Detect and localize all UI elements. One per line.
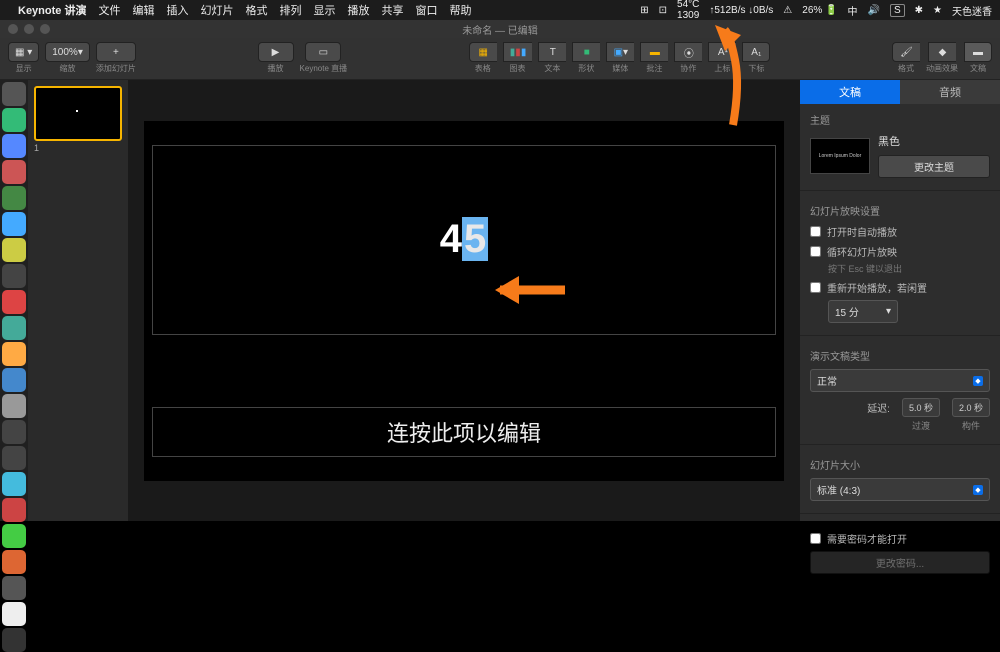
title-textbox[interactable]: 45 <box>152 145 776 335</box>
autoplay-checkbox[interactable] <box>810 226 821 237</box>
shape-button[interactable]: ■形状 <box>572 42 600 74</box>
document-pane-button[interactable]: ▬文稿 <box>964 42 992 74</box>
slide-thumbnail[interactable]: 1 <box>34 86 122 141</box>
slide-canvas[interactable]: 45 连按此项以编辑 <box>128 80 800 521</box>
add-slide-button[interactable]: +添加幻灯片 <box>96 42 136 74</box>
battery-status[interactable]: 26% 🔋 <box>802 5 837 16</box>
type-heading: 演示文稿类型 <box>810 348 990 363</box>
dock-app-icon[interactable] <box>2 576 26 600</box>
dock-app-icon[interactable] <box>2 446 26 470</box>
selected-text[interactable]: 5 <box>462 217 488 261</box>
menu-slide[interactable]: 幻灯片 <box>200 2 233 18</box>
menu-arrange[interactable]: 排列 <box>279 2 301 18</box>
restart-checkbox[interactable] <box>810 282 821 293</box>
doc-tab[interactable]: 文稿 <box>800 80 900 104</box>
app-name[interactable]: Keynote 讲演 <box>18 2 86 18</box>
comment-button[interactable]: ▬批注 <box>640 42 668 74</box>
macos-dock[interactable] <box>0 80 28 521</box>
loop-checkbox[interactable] <box>810 246 821 257</box>
animate-pane-button[interactable]: ◆动画效果 <box>926 42 958 74</box>
status-network: ↑512B/s ↓0B/s <box>709 5 773 16</box>
menu-play[interactable]: 播放 <box>347 2 369 18</box>
dock-app-icon[interactable] <box>2 524 26 548</box>
menu-insert[interactable]: 插入 <box>166 2 188 18</box>
inspector-pane: 文稿 音频 主题 Lorem Ipsum Dolor 黑色 更改主题 幻灯片放映… <box>800 80 1000 521</box>
view-button[interactable]: ▦ ▾显示 <box>8 42 39 74</box>
dock-app-icon[interactable] <box>2 212 26 236</box>
bluetooth-icon[interactable]: ✱ <box>915 5 923 16</box>
presentation-type-select[interactable]: 正常◆ <box>810 369 990 392</box>
dock-app-icon[interactable] <box>2 134 26 158</box>
menu-help[interactable]: 帮助 <box>449 2 471 18</box>
dock-app-icon[interactable] <box>2 498 26 522</box>
star-icon[interactable]: ★ <box>933 5 942 16</box>
dock-app-icon[interactable] <box>2 342 26 366</box>
dock-app-icon[interactable] <box>2 186 26 210</box>
change-theme-button[interactable]: 更改主题 <box>878 155 990 178</box>
transition-delay[interactable]: 5.0 秒 <box>902 398 940 417</box>
build-delay[interactable]: 2.0 秒 <box>952 398 990 417</box>
dock-app-icon[interactable] <box>2 602 26 626</box>
change-password-button: 更改密码... <box>810 551 990 574</box>
slide-size-select[interactable]: 标准 (4:3)◆ <box>810 478 990 501</box>
media-button[interactable]: ▣ ▾媒体 <box>606 42 634 74</box>
window-titlebar: 未命名 — 已编辑 <box>0 20 1000 38</box>
slide[interactable]: 45 连按此项以编辑 <box>144 121 784 481</box>
idle-time-select[interactable]: 15 分▾ <box>828 300 898 323</box>
menu-format[interactable]: 格式 <box>245 2 267 18</box>
dock-app-icon[interactable] <box>2 160 26 184</box>
dock-app-icon[interactable] <box>2 472 26 496</box>
superscript-button[interactable]: A¹上标 <box>708 42 736 74</box>
size-heading: 幻灯片大小 <box>810 457 990 472</box>
menu-file[interactable]: 文件 <box>98 2 120 18</box>
loop-hint: 按下 Esc 键以退出 <box>828 262 990 275</box>
dock-app-icon[interactable] <box>2 316 26 340</box>
collab-button[interactable]: ⦿协作 <box>674 42 702 74</box>
keynote-live-button[interactable]: ▭Keynote 直播 <box>300 42 348 74</box>
slideshow-heading: 幻灯片放映设置 <box>810 203 990 218</box>
status-menulet2[interactable]: ⊡ <box>659 5 667 16</box>
body-textbox[interactable]: 连按此项以编辑 <box>152 407 776 457</box>
chart-button[interactable]: ▮▮▮图表 <box>503 42 533 74</box>
status-menulet1[interactable]: ⊞ <box>640 5 648 16</box>
dock-app-icon[interactable] <box>2 420 26 444</box>
traffic-lights[interactable] <box>8 24 50 34</box>
dock-app-icon[interactable] <box>2 550 26 574</box>
status-s[interactable]: S <box>890 4 905 17</box>
dock-app-icon[interactable] <box>2 108 26 132</box>
play-button[interactable]: ▶播放 <box>258 42 294 74</box>
body-placeholder[interactable]: 连按此项以编辑 <box>387 416 541 448</box>
password-checkbox[interactable] <box>810 533 821 544</box>
subscript-button[interactable]: A₁下标 <box>742 42 770 74</box>
menu-view[interactable]: 显示 <box>313 2 335 18</box>
sound-icon[interactable]: 🔊 <box>868 5 880 16</box>
wifi-icon[interactable]: ⚠ <box>783 5 792 16</box>
dock-app-icon[interactable] <box>2 82 26 106</box>
dock-app-icon[interactable] <box>2 238 26 262</box>
input-lang[interactable]: 中 <box>848 3 858 18</box>
clock[interactable]: 天色迷香 <box>952 3 992 18</box>
toolbar: ▦ ▾显示 100% ▾缩放 +添加幻灯片 ▶播放 ▭Keynote 直播 ▦表… <box>0 38 1000 80</box>
window-title: 未命名 — 已编辑 <box>462 22 538 37</box>
theme-name: 黑色 <box>878 133 990 149</box>
theme-heading: 主题 <box>810 112 990 127</box>
menu-edit[interactable]: 编辑 <box>132 2 154 18</box>
menu-share[interactable]: 共享 <box>381 2 403 18</box>
table-button[interactable]: ▦表格 <box>469 42 497 74</box>
dock-app-icon[interactable] <box>2 264 26 288</box>
dock-app-icon[interactable] <box>2 628 26 652</box>
slide-navigator[interactable]: 1 <box>28 80 128 521</box>
text-button[interactable]: T文本 <box>538 42 566 74</box>
theme-preview: Lorem Ipsum Dolor <box>810 138 870 174</box>
macos-menubar: Keynote 讲演 文件 编辑 插入 幻灯片 格式 排列 显示 播放 共享 窗… <box>0 0 1000 20</box>
dock-app-icon[interactable] <box>2 290 26 314</box>
title-text[interactable]: 4 <box>440 217 462 261</box>
audio-tab[interactable]: 音频 <box>900 80 1000 104</box>
menu-window[interactable]: 窗口 <box>415 2 437 18</box>
zoom-select[interactable]: 100% ▾缩放 <box>45 42 90 74</box>
dock-app-icon[interactable] <box>2 368 26 392</box>
format-pane-button[interactable]: 🖌格式 <box>892 42 920 74</box>
status-temp: 54°C1309 <box>677 0 699 21</box>
dock-app-icon[interactable] <box>2 394 26 418</box>
